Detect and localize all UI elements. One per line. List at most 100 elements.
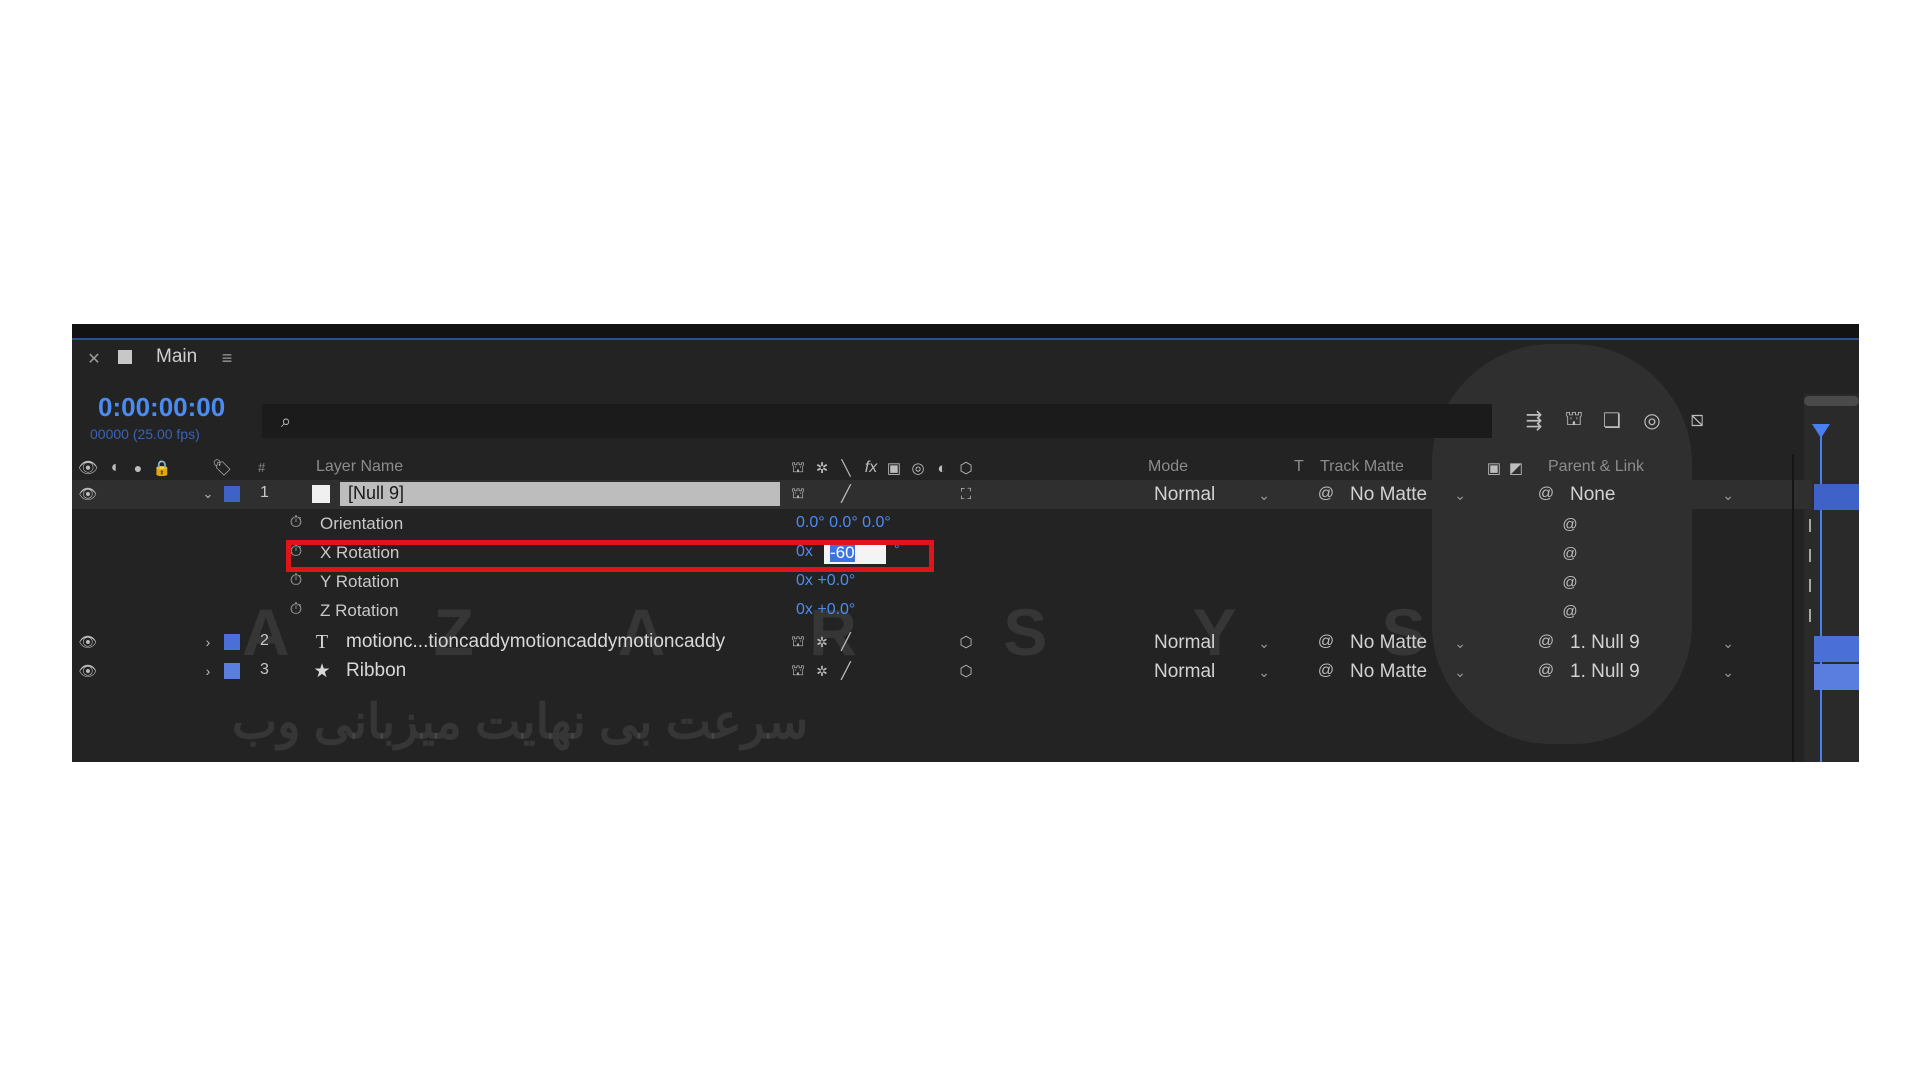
- expand-chevron-right-icon[interactable]: ›: [200, 632, 216, 652]
- layer-row-2[interactable]: 👁 › 2 T motionc...tioncaddymotioncaddymo…: [72, 628, 1812, 657]
- solo-icon[interactable]: ●: [128, 458, 148, 478]
- eye-icon[interactable]: 👁: [78, 661, 98, 681]
- property-pickwhip-icon[interactable]: @: [1560, 572, 1580, 592]
- stopwatch-icon[interactable]: ⏱: [286, 513, 306, 533]
- parent-pickwhip-icon[interactable]: @: [1536, 661, 1556, 681]
- search-icon[interactable]: ⌕: [274, 410, 298, 432]
- graph-editor-icon[interactable]: ⧅: [1682, 404, 1712, 434]
- track-matte-pickwhip-icon[interactable]: @: [1316, 661, 1336, 681]
- track-bar-1[interactable]: [1814, 484, 1859, 510]
- track-bar-2[interactable]: [1814, 636, 1859, 662]
- tab-main[interactable]: Main: [156, 346, 197, 368]
- parent-pickwhip-icon[interactable]: @: [1536, 632, 1556, 652]
- mode-dropdown[interactable]: Normal ⌄: [1154, 659, 1274, 685]
- mode-value: Normal: [1154, 661, 1216, 682]
- work-area-bar[interactable]: [1804, 396, 1859, 406]
- shy-layers-icon[interactable]: ⛫: [1560, 406, 1588, 434]
- property-pickwhip-icon[interactable]: @: [1560, 514, 1580, 534]
- track-matte-pickwhip-icon[interactable]: @: [1316, 484, 1336, 504]
- mode-dropdown[interactable]: Normal ⌄: [1154, 630, 1274, 656]
- track-matte-dropdown[interactable]: No Matte ⌄: [1350, 482, 1470, 508]
- timecode[interactable]: 0:00:00:00: [98, 392, 225, 423]
- shy-switch-icon[interactable]: ⛫: [788, 484, 808, 504]
- property-row-z-rotation: ⏱ Z Rotation 0x +0.0°: [72, 596, 1812, 625]
- layer-name-field[interactable]: [340, 482, 780, 506]
- quality-switch-icon[interactable]: ╱: [836, 484, 856, 504]
- chevron-down-icon: ⌄: [1722, 635, 1734, 651]
- 3d-layer-icon[interactable]: ⬡: [956, 632, 976, 652]
- 3d-layer-icon[interactable]: ⛶: [956, 484, 976, 504]
- null-layer-icon: [312, 485, 330, 503]
- parent-dropdown[interactable]: 1. Null 9 ⌄: [1570, 659, 1738, 685]
- close-icon[interactable]: ✕: [86, 350, 102, 368]
- audio-icon[interactable]: ◖: [104, 458, 124, 478]
- chevron-down-icon: ⌄: [1454, 635, 1466, 651]
- track-matte-pickwhip-icon[interactable]: @: [1316, 632, 1336, 652]
- composition-icon: [118, 350, 132, 364]
- column-layer-name[interactable]: Layer Name: [316, 458, 403, 476]
- chevron-down-icon: ⌄: [1258, 664, 1270, 680]
- parent-value: None: [1570, 484, 1616, 505]
- layer-label-color[interactable]: [224, 663, 240, 679]
- label-tag-icon[interactable]: 🏷: [212, 458, 232, 478]
- stopwatch-icon[interactable]: ⏱: [286, 571, 306, 591]
- stopwatch-icon[interactable]: ⏱: [286, 600, 306, 620]
- expand-chevron-right-icon[interactable]: ›: [200, 661, 216, 681]
- fx-icon: fx: [864, 459, 878, 476]
- eye-icon[interactable]: 👁: [78, 484, 98, 504]
- layer-name[interactable]: Ribbon: [346, 660, 406, 682]
- lock-icon[interactable]: 🔒: [152, 458, 172, 478]
- shy-switch-icon: ⛫: [791, 458, 805, 476]
- mode-dropdown[interactable]: Normal ⌄: [1154, 482, 1274, 508]
- chevron-down-icon: ⌄: [1722, 487, 1734, 503]
- chevron-down-icon: ⌄: [1258, 635, 1270, 651]
- frame-blending-icon[interactable]: ❏: [1598, 406, 1626, 434]
- layer-row-1[interactable]: 👁 ⌄ 1 [Null 9] ⛫ ╱ ⛶ Normal ⌄ @ No Matte…: [72, 480, 1812, 509]
- quality-switch-icon[interactable]: ╱: [836, 632, 856, 652]
- property-pickwhip-icon[interactable]: @: [1560, 543, 1580, 563]
- parent-dropdown[interactable]: 1. Null 9 ⌄: [1570, 630, 1738, 656]
- parent-value: 1. Null 9: [1570, 632, 1640, 653]
- expand-chevron-down-icon[interactable]: ⌄: [200, 484, 216, 504]
- chevron-down-icon: ⌄: [1722, 664, 1734, 680]
- layer-label-color[interactable]: [224, 486, 240, 502]
- layer-label-color[interactable]: [224, 634, 240, 650]
- layer-name[interactable]: [Null 9]: [348, 483, 404, 504]
- timeline-panel: A Z A R S Y S سرعت بی نهایت میزبانی وب ✕…: [72, 324, 1859, 762]
- 3d-layer-icon[interactable]: ⬡: [956, 661, 976, 681]
- layer-name[interactable]: motionc...tioncaddymotioncaddymotioncadd…: [346, 631, 725, 653]
- motion-blur-icon[interactable]: ◎: [1638, 406, 1666, 434]
- 3d-layer-icon: ⬡: [959, 460, 973, 477]
- timeline-divider[interactable]: [1792, 454, 1794, 762]
- shy-switch-icon[interactable]: ⛫: [788, 661, 808, 681]
- hamburger-menu-icon[interactable]: ≡: [218, 348, 236, 368]
- track-matte-dropdown[interactable]: No Matte ⌄: [1350, 659, 1470, 685]
- collapse-switch-icon[interactable]: ✲: [812, 661, 832, 681]
- track-bar-3[interactable]: [1814, 664, 1859, 690]
- property-value[interactable]: 0x +0.0°: [796, 601, 855, 619]
- property-value[interactable]: 0x +0.0°: [796, 572, 855, 590]
- quality-switch-icon: ╲: [841, 460, 851, 477]
- column-track-matte: Track Matte: [1320, 458, 1404, 475]
- track-matte-dropdown[interactable]: No Matte ⌄: [1350, 630, 1470, 656]
- layer-index: 2: [260, 632, 269, 649]
- quality-switch-icon[interactable]: ╱: [836, 661, 856, 681]
- search-bar[interactable]: ⌕: [262, 404, 1492, 438]
- parent-pickwhip-icon[interactable]: @: [1536, 484, 1556, 504]
- property-name: Orientation: [320, 514, 404, 533]
- column-number: #: [258, 460, 266, 475]
- eye-icon[interactable]: 👁: [78, 458, 98, 478]
- shy-switch-icon[interactable]: ⛫: [788, 632, 808, 652]
- collapse-switch-icon[interactable]: ✲: [812, 632, 832, 652]
- property-pickwhip-icon[interactable]: @: [1560, 601, 1580, 621]
- eye-icon[interactable]: 👁: [78, 632, 98, 652]
- top-strip: [72, 324, 1859, 340]
- layer-row-3[interactable]: 👁 › 3 ★ Ribbon ⛫ ✲ ╱ ⬡ Normal ⌄ @ No Mat…: [72, 657, 1812, 686]
- shape-layer-star-icon: ★: [313, 660, 331, 682]
- comp-flowchart-icon[interactable]: ⇶: [1520, 406, 1548, 434]
- parent-dropdown[interactable]: None ⌄: [1570, 482, 1738, 508]
- layer-index: 1: [260, 484, 269, 501]
- chevron-down-icon: ⌄: [1454, 664, 1466, 680]
- property-value[interactable]: 0.0° 0.0° 0.0°: [796, 514, 891, 532]
- track-matte-value: No Matte: [1350, 661, 1428, 682]
